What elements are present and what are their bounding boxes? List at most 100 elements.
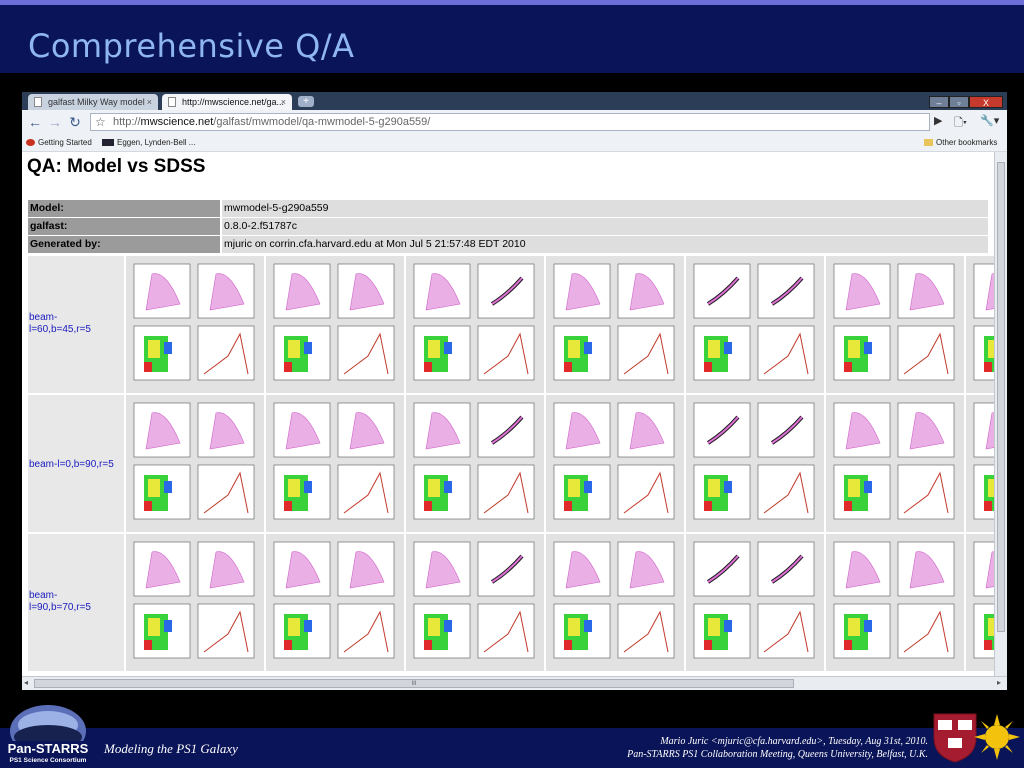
heatmap-region [864,481,872,493]
heatmap-region [304,481,312,493]
qa-plot-cell[interactable] [406,534,544,671]
qa-plot-thumbnail [413,263,535,381]
horizontal-scroll-thumb[interactable]: III [34,679,794,688]
heatmap-region [148,618,160,636]
qa-plot-thumbnail [553,263,675,381]
heatmap-region [304,620,312,632]
maximize-button[interactable]: ▫ [949,96,969,108]
beam-link[interactable]: beam-l=0,b=90,r=5 [28,395,124,532]
heatmap-region [984,501,992,511]
new-tab-button[interactable]: + [298,96,314,107]
qa-plot-cell[interactable] [546,256,684,393]
beam-link-text: beam- [29,590,58,601]
qa-plot-cell[interactable] [686,395,824,532]
qa-plot-thumbnail [553,402,675,520]
page-menu-icon[interactable]: 🗋▾ [954,114,967,133]
plot-panel [757,402,815,458]
qa-plot-cell[interactable] [126,395,264,532]
heatmap-region [164,481,172,493]
qa-plot-cell[interactable] [686,534,824,671]
qa-plot-thumbnail [133,402,255,520]
qa-plot-cell[interactable] [966,256,994,393]
browser-window: galfast Milky Way model × http://mwscien… [22,92,1007,690]
bookmark-getting-started[interactable]: Getting Started [26,135,92,151]
meta-key: Generated by: [28,236,220,253]
slide-title: Comprehensive Q/A [28,27,355,65]
plot-panel [477,402,535,458]
qa-plot-cell[interactable] [406,395,544,532]
go-arrow-icon[interactable]: ▶ [934,114,942,127]
vertical-scrollbar[interactable] [994,152,1007,676]
heatmap-region [288,340,300,358]
heatmap-region [284,640,292,650]
beam-link[interactable]: beam-l=60,b=45,r=5 [28,256,124,393]
qa-plot-cell[interactable] [826,256,964,393]
heatmap-region [704,501,712,511]
heatmap-region [444,481,452,493]
plot-panel [757,263,815,319]
heatmap-region [708,479,720,497]
qa-plot-cell[interactable] [266,395,404,532]
page-content: QA: Model vs SDSS Model: mwmodel-5-g290a… [22,152,994,676]
footer-credit-line: Mario Juric <mjuric@cfa.harvard.edu>, Tu… [660,736,928,747]
qa-plot-cell[interactable] [406,256,544,393]
meta-key: Model: [28,200,220,217]
qa-plot-cell[interactable] [966,395,994,532]
heatmap-region [984,640,992,650]
meta-value: 0.8.0-2.f51787c [222,218,988,235]
qa-plot-thumbnail [833,263,955,381]
meta-value: mwmodel-5-g290a559 [222,200,988,217]
star-icon[interactable]: ☆ [95,114,106,130]
heatmap-region [724,481,732,493]
bookmark-label: Eggen, Lynden-Bell ... [117,138,196,147]
qa-plot-cell[interactable] [966,534,994,671]
beam-link[interactable]: beam-l=90,b=70,r=5 [28,534,124,671]
wrench-menu-icon[interactable]: 🔧▾ [980,114,999,127]
heatmap-region [148,340,160,358]
address-bar[interactable]: ☆ http://mwscience.net/galfast/mwmodel/qa… [90,113,930,131]
qa-plot-thumbnail [833,402,955,520]
minimize-button[interactable]: – [929,96,949,108]
heatmap-region [428,618,440,636]
footer-credits: Mario Juric <mjuric@cfa.harvard.edu>, Tu… [627,735,928,761]
close-icon[interactable]: × [147,94,152,110]
heatmap-region [284,362,292,372]
tab-galfast[interactable]: galfast Milky Way model × [28,94,158,110]
tab-mwscience[interactable]: http://mwscience.net/ga... × [162,94,292,110]
qa-plot-cell[interactable] [826,395,964,532]
qa-plot-cell[interactable] [686,256,824,393]
page-heading: QA: Model vs SDSS [27,156,206,177]
reload-icon[interactable]: ↻ [66,114,84,130]
other-bookmarks[interactable]: Other bookmarks [924,135,997,151]
close-icon[interactable]: × [281,94,286,110]
qa-plot-cell[interactable] [126,534,264,671]
qa-plot-cell[interactable] [546,534,684,671]
meta-value: mjuric on corrin.cfa.harvard.edu at Mon … [222,236,988,253]
qa-plot-thumbnail [273,402,395,520]
plot-panel [693,402,751,458]
beam-link-text: beam-l=0,b=90,r=5 [29,459,114,470]
scroll-right-icon[interactable]: ▸ [997,678,1001,687]
vertical-scroll-thumb[interactable] [997,162,1005,632]
page-icon [34,97,42,107]
forward-arrow-icon[interactable]: → [46,114,64,130]
close-button[interactable]: X [969,96,1003,108]
bookmark-eggen[interactable]: Eggen, Lynden-Bell ... [102,135,195,151]
heatmap-region [844,362,852,372]
scroll-left-icon[interactable]: ◂ [24,678,28,687]
meta-table: Model: mwmodel-5-g290a559 galfast: 0.8.0… [28,200,988,254]
qa-plot-cell[interactable] [266,256,404,393]
qa-plot-cell[interactable] [126,256,264,393]
qa-plot-cell[interactable] [826,534,964,671]
window-controls: – ▫ X [929,93,1003,108]
back-arrow-icon[interactable]: ← [26,114,44,130]
qa-plot-thumbnail [413,541,535,659]
heatmap-region [708,340,720,358]
qa-plot-cell[interactable] [266,534,404,671]
other-bookmarks-label: Other bookmarks [936,138,998,147]
qa-plot-cell[interactable] [546,395,684,532]
qa-row: beam-l=0,b=90,r=5 [28,395,994,532]
horizontal-scrollbar[interactable]: ◂ III ▸ [22,676,1007,690]
page-icon [168,97,176,107]
heatmap-region [724,620,732,632]
